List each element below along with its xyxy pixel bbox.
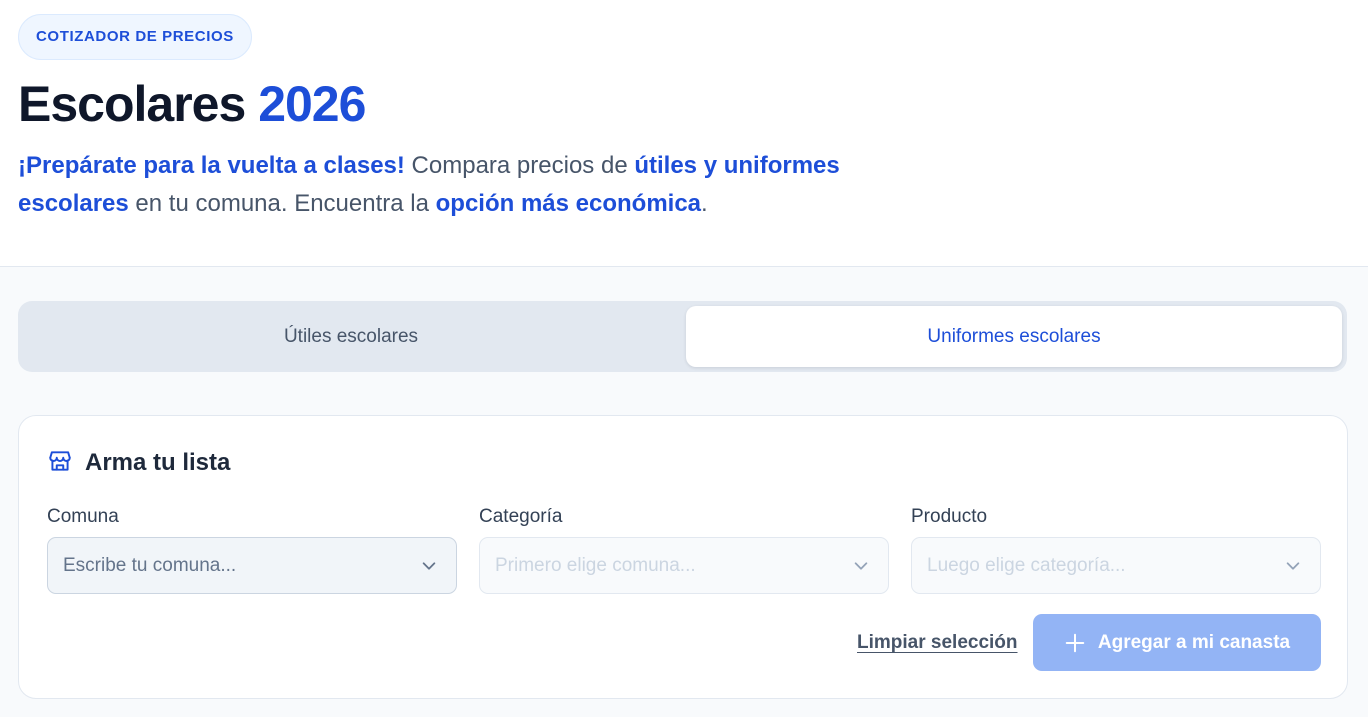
chevron-down-icon <box>422 562 436 570</box>
list-builder-title: Arma tu lista <box>85 449 231 476</box>
intro-text-1: Compara precios de <box>404 152 635 179</box>
tab-utiles-escolares[interactable]: Útiles escolares <box>23 306 679 367</box>
tab-uniformes-escolares[interactable]: Uniformes escolares <box>686 306 1342 367</box>
intro-text-3: . <box>701 190 708 217</box>
intro-highlight-3: opción más económica <box>435 190 702 217</box>
clear-selection-link[interactable]: Limpiar selección <box>857 632 1018 654</box>
list-builder-card: Arma tu lista Comuna Escribe tu comuna..… <box>18 415 1348 699</box>
categoria-select[interactable]: Primero elige comuna... <box>479 537 889 594</box>
add-to-basket-label: Agregar a mi canasta <box>1097 631 1291 653</box>
chevron-down-icon <box>854 562 868 570</box>
comuna-placeholder: Escribe tu comuna... <box>63 555 237 576</box>
quote-badge: COTIZADOR DE PRECIOS <box>18 14 252 60</box>
page-title-main: Escolares <box>18 76 246 132</box>
producto-select[interactable]: Luego elige categoría... <box>911 537 1321 594</box>
categoria-placeholder: Primero elige comuna... <box>495 555 696 576</box>
intro-highlight-1: ¡Prepárate para la vuelta a clases! <box>18 152 405 179</box>
plus-icon <box>1065 633 1085 652</box>
list-builder-header: Arma tu lista <box>47 448 230 478</box>
producto-placeholder: Luego elige categoría... <box>927 555 1126 576</box>
comuna-field: Comuna Escribe tu comuna... <box>47 506 457 594</box>
categoria-label: Categoría <box>479 506 563 527</box>
producto-field: Producto Luego elige categoría... <box>911 506 1321 594</box>
store-icon <box>47 448 73 479</box>
intro-paragraph: ¡Prepárate para la vuelta a clases! Comp… <box>18 147 918 223</box>
category-tabs: Útiles escolares Uniformes escolares <box>18 301 1347 372</box>
hero-header: COTIZADOR DE PRECIOS Escolares 2026 ¡Pre… <box>0 0 1368 267</box>
intro-text-2: en tu comuna. Encuentra la <box>128 190 436 217</box>
page-title: Escolares 2026 <box>18 74 366 134</box>
comuna-label: Comuna <box>47 506 119 527</box>
page-title-year: 2026 <box>258 76 366 132</box>
categoria-field: Categoría Primero elige comuna... <box>479 506 889 594</box>
comuna-select[interactable]: Escribe tu comuna... <box>47 537 457 594</box>
add-to-basket-button[interactable]: Agregar a mi canasta <box>1033 614 1321 671</box>
producto-label: Producto <box>911 506 988 527</box>
chevron-down-icon <box>1286 562 1300 570</box>
